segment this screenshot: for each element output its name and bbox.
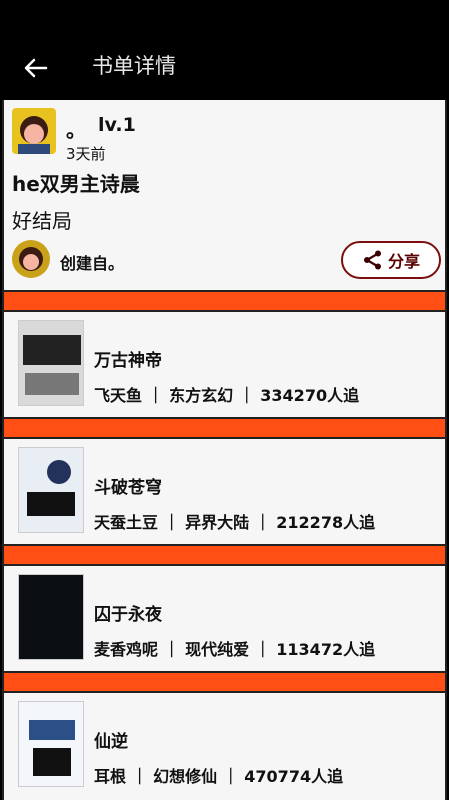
book-meta: 飞天鱼 ｜ 东方玄幻 ｜ 334270人追 <box>94 386 360 405</box>
book-title: 囚于永夜 <box>94 605 162 625</box>
book-meta: 耳根 ｜ 幻想修仙 ｜ 470774人追 <box>94 767 344 786</box>
book-title: 仙逆 <box>94 732 128 752</box>
share-icon <box>363 250 381 270</box>
section-divider <box>4 671 445 693</box>
share-label: 分享 <box>387 252 420 271</box>
booklist-header: 。 lv.1 3天前 he双男主诗晨 好结局 创建自。 分享 <box>4 100 445 290</box>
book-meta: 天蚕土豆 ｜ 异界大陆 ｜ 212278人追 <box>94 513 376 532</box>
book-item[interactable]: 仙逆 耳根 ｜ 幻想修仙 ｜ 470774人追 <box>4 693 445 798</box>
user-name: 。 <box>66 118 86 142</box>
created-time: 3天前 <box>66 145 106 163</box>
book-item[interactable]: 万古神帝 飞天鱼 ｜ 东方玄幻 ｜ 334270人追 <box>4 312 445 417</box>
back-button[interactable] <box>18 50 54 86</box>
book-title: 万古神帝 <box>94 351 162 371</box>
creator-label: 创建自。 <box>60 254 125 273</box>
book-cover <box>18 701 84 787</box>
avatar[interactable] <box>12 108 56 154</box>
page-title: 书单详情 <box>92 54 176 78</box>
book-item[interactable]: 斗破苍穹 天蚕土豆 ｜ 异界大陆 ｜ 212278人追 <box>4 439 445 544</box>
user-level: lv.1 <box>98 114 136 136</box>
book-cover <box>18 447 84 533</box>
section-divider <box>4 417 445 439</box>
book-title: 斗破苍穹 <box>94 478 162 498</box>
app-bar: 书单详情 <box>0 0 449 100</box>
arrow-left-icon <box>24 58 48 78</box>
share-button[interactable]: 分享 <box>341 241 441 279</box>
booklist-panel: 。 lv.1 3天前 he双男主诗晨 好结局 创建自。 分享 万古神帝 飞天鱼 … <box>2 100 447 800</box>
booklist-description: 好结局 <box>12 209 72 233</box>
book-meta: 麦香鸡呢 ｜ 现代纯爱 ｜ 113472人追 <box>94 640 376 659</box>
booklist-title: he双男主诗晨 <box>12 172 140 196</box>
creator-avatar[interactable] <box>12 240 50 278</box>
section-divider <box>4 290 445 312</box>
book-item[interactable]: 囚于永夜 麦香鸡呢 ｜ 现代纯爱 ｜ 113472人追 <box>4 566 445 671</box>
book-cover <box>18 574 84 660</box>
book-cover <box>18 320 84 406</box>
section-divider <box>4 544 445 566</box>
